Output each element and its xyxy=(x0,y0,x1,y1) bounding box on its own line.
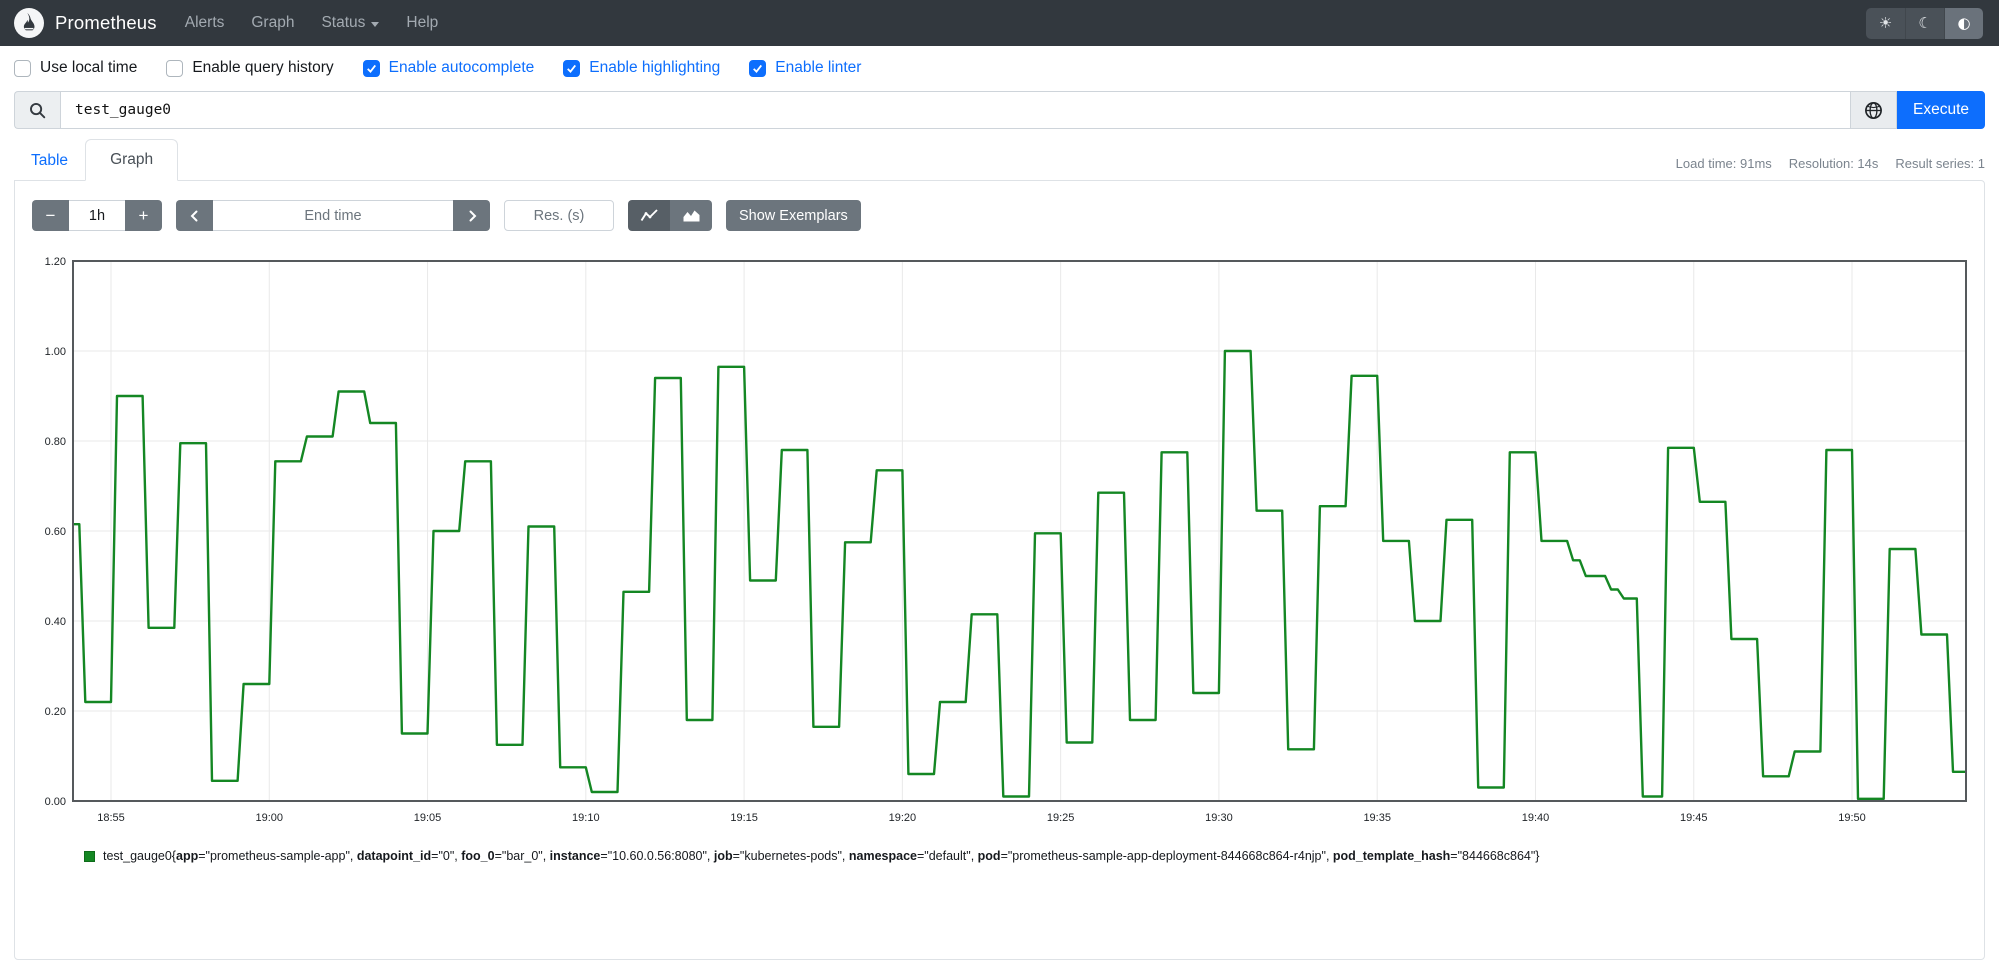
query-bar: Execute xyxy=(14,91,1985,129)
series-swatch xyxy=(84,850,95,862)
x-tick-label: 19:50 xyxy=(1838,812,1866,824)
range-control-group: − + xyxy=(32,200,162,231)
query-stats: Load time: 91ms Resolution: 14s Result s… xyxy=(1676,156,1985,180)
checkbox-enable-linter[interactable] xyxy=(749,59,767,77)
show-exemplars-button[interactable]: Show Exemplars xyxy=(726,200,861,231)
series-label[interactable]: test_gauge0{app="prometheus-sample-app",… xyxy=(103,849,1539,863)
tab-table[interactable]: Table xyxy=(14,141,85,181)
theme-toggle-group: ☀ ☾ ◐ xyxy=(1866,7,1983,39)
x-tick-label: 19:45 xyxy=(1680,812,1708,824)
line-chart-icon xyxy=(640,209,658,222)
navbar: Prometheus Alerts Graph Status Help ☀ ☾ … xyxy=(0,0,1999,46)
option-use-local-time[interactable]: Use local time xyxy=(14,59,137,77)
y-tick-label: 0.40 xyxy=(45,616,66,628)
check-icon xyxy=(753,64,763,73)
chevron-down-icon xyxy=(371,21,380,27)
app-title: Prometheus xyxy=(55,12,157,33)
x-tick-label: 19:35 xyxy=(1363,812,1391,824)
series-line xyxy=(73,349,1966,800)
x-tick-label: 19:30 xyxy=(1205,812,1233,824)
x-tick-label: 19:25 xyxy=(1047,812,1075,824)
stacked-chart-toggle-button[interactable] xyxy=(670,200,712,231)
execute-button[interactable]: Execute xyxy=(1897,91,1985,129)
end-time-input[interactable] xyxy=(213,200,453,231)
result-tabs: Table Graph Load time: 91ms Resolution: … xyxy=(14,139,1985,181)
y-tick-label: 0.20 xyxy=(45,706,66,718)
resolution-stat: Resolution: 14s xyxy=(1788,156,1879,171)
y-tick-label: 1.20 xyxy=(45,256,66,268)
search-icon xyxy=(30,102,46,118)
moon-icon: ☾ xyxy=(1918,14,1932,32)
light-theme-button[interactable]: ☀ xyxy=(1866,7,1905,39)
time-series-chart[interactable]: 0.00 0.20 0.40 0.60 0.80 1.00 1.20 18:55 19:00 19… xyxy=(29,253,1971,835)
chevron-right-icon xyxy=(469,210,476,221)
resolution-input[interactable] xyxy=(504,200,614,231)
metrics-explorer-button[interactable] xyxy=(1851,91,1897,129)
x-tick-label: 18:55 xyxy=(97,812,125,824)
x-tick-label: 19:00 xyxy=(255,812,283,824)
nav-item-alerts[interactable]: Alerts xyxy=(185,14,225,32)
graph-panel: − + xyxy=(14,180,1985,960)
y-tick-label: 0.00 xyxy=(45,796,66,808)
graph-controls: − + xyxy=(32,200,1971,231)
x-tick-label: 19:15 xyxy=(730,812,758,824)
decrease-range-button[interactable]: − xyxy=(32,200,69,231)
y-tick-label: 0.60 xyxy=(45,526,66,538)
checkbox-use-local-time[interactable] xyxy=(14,59,31,77)
dark-theme-button[interactable]: ☾ xyxy=(1905,7,1944,39)
globe-icon xyxy=(1865,101,1882,119)
stacked-area-icon xyxy=(683,210,699,222)
options-row: Use local time Enable query history Enab… xyxy=(0,46,1999,89)
tab-graph[interactable]: Graph xyxy=(85,139,179,181)
end-time-control-group xyxy=(176,200,490,231)
checkbox-enable-autocomplete[interactable] xyxy=(362,59,380,77)
x-tick-label: 19:20 xyxy=(889,812,917,824)
step-back-button[interactable] xyxy=(176,200,213,231)
load-time-stat: Load time: 91ms xyxy=(1675,156,1772,171)
x-tick-label: 19:10 xyxy=(572,812,600,824)
option-enable-highlighting[interactable]: Enable highlighting xyxy=(563,59,720,77)
option-enable-linter[interactable]: Enable linter xyxy=(749,59,861,77)
flame-icon xyxy=(23,12,35,32)
nav-item-status[interactable]: Status xyxy=(321,14,380,32)
nav-item-graph[interactable]: Graph xyxy=(251,14,294,32)
auto-contrast-icon: ◐ xyxy=(1957,14,1971,32)
chart-type-toggle xyxy=(628,200,712,231)
chevron-left-icon xyxy=(190,210,197,221)
checkbox-enable-highlighting[interactable] xyxy=(563,59,581,77)
line-chart-toggle-button[interactable] xyxy=(628,200,670,231)
option-enable-autocomplete[interactable]: Enable autocomplete xyxy=(362,59,534,77)
nav-item-help[interactable]: Help xyxy=(406,14,438,32)
increase-range-button[interactable]: + xyxy=(125,200,162,231)
y-tick-label: 1.00 xyxy=(45,346,66,358)
checkbox-enable-query-history[interactable] xyxy=(166,59,184,77)
chart-legend: test_gauge0{app="prometheus-sample-app",… xyxy=(84,849,1971,863)
x-tick-label: 19:05 xyxy=(414,812,442,824)
sun-icon: ☀ xyxy=(1878,14,1893,32)
check-icon xyxy=(366,64,376,73)
search-addon xyxy=(14,91,60,129)
option-enable-query-history[interactable]: Enable query history xyxy=(166,59,334,77)
check-icon xyxy=(567,64,577,73)
query-expression-input[interactable] xyxy=(60,91,1851,129)
prometheus-logo-icon xyxy=(14,8,44,38)
x-tick-label: 19:40 xyxy=(1522,812,1550,824)
auto-theme-button[interactable]: ◐ xyxy=(1944,7,1983,39)
result-series-stat: Result series: 1 xyxy=(1895,156,1985,171)
step-forward-button[interactable] xyxy=(453,200,490,231)
y-tick-label: 0.80 xyxy=(45,436,66,448)
range-input[interactable] xyxy=(69,200,125,231)
